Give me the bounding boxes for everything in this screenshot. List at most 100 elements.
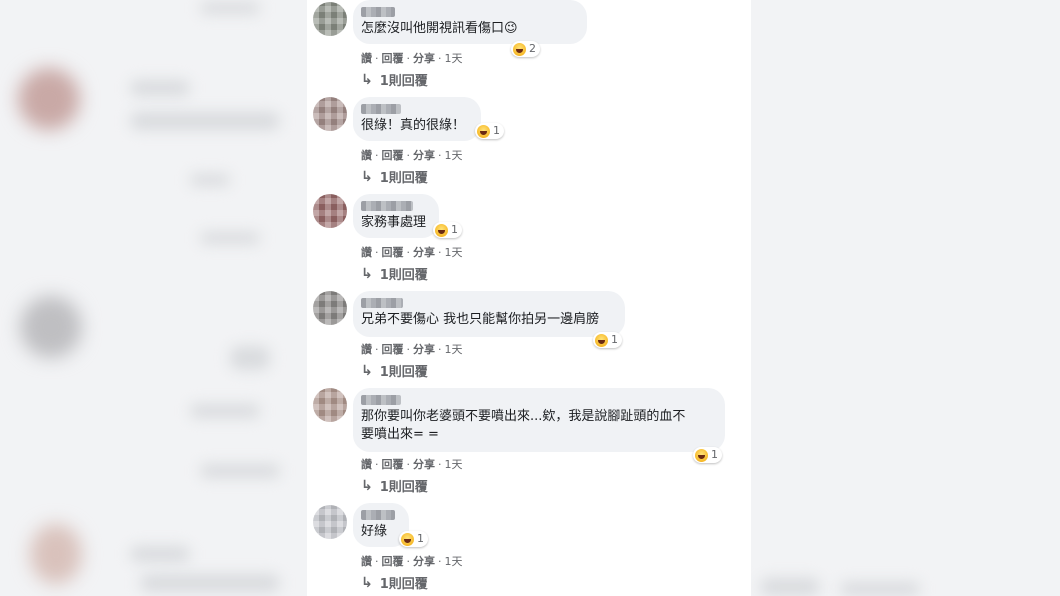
reply-link[interactable]: 回覆 bbox=[382, 553, 404, 569]
timestamp[interactable]: 1天 bbox=[445, 244, 463, 260]
separator: · bbox=[406, 342, 411, 356]
separator: · bbox=[438, 51, 442, 65]
reaction-count: 1 bbox=[711, 448, 718, 461]
reaction-count: 1 bbox=[493, 124, 500, 137]
separator: · bbox=[438, 554, 442, 568]
separator: · bbox=[375, 342, 379, 356]
replies-count: 1則回覆 bbox=[379, 365, 428, 380]
reply-link[interactable]: 回覆 bbox=[382, 147, 404, 163]
reply-link[interactable]: 回覆 bbox=[382, 50, 404, 66]
comment-text: 好綠 bbox=[361, 524, 388, 539]
reply-link[interactable]: 回覆 bbox=[382, 244, 404, 260]
share-link[interactable]: 分享 bbox=[413, 50, 435, 66]
reply-arrow-icon: ↳ bbox=[361, 168, 373, 185]
comment-bubble: 兄弟不要傷心 我也只能幫你拍另一邊肩膀 bbox=[353, 291, 625, 337]
reaction-badge[interactable]: 1 bbox=[693, 447, 722, 463]
reaction-badge[interactable]: 2 bbox=[511, 41, 540, 57]
comment-bubble: 家務事處理 bbox=[353, 194, 439, 238]
replies-count: 1則回覆 bbox=[379, 74, 428, 89]
share-link[interactable]: 分享 bbox=[413, 244, 435, 260]
reaction-badge[interactable]: 1 bbox=[475, 123, 504, 139]
comment-text: 家務事處理 bbox=[361, 215, 427, 230]
commenter-name-blurred[interactable] bbox=[361, 104, 401, 114]
like-link[interactable]: 讚 bbox=[361, 456, 372, 472]
comment-actions: 讚 · 回覆 · 分享 · 1天 bbox=[361, 50, 463, 66]
timestamp[interactable]: 1天 bbox=[445, 50, 463, 66]
reaction-badge[interactable]: 1 bbox=[399, 531, 428, 547]
reaction-count: 1 bbox=[417, 532, 424, 545]
comment-text: 兄弟不要傷心 我也只能幫你拍另一邊肩膀 bbox=[361, 312, 600, 327]
commenter-name-blurred[interactable] bbox=[361, 510, 395, 520]
comment-text: 很綠！真的很綠！ bbox=[361, 118, 466, 133]
avatar[interactable] bbox=[313, 97, 347, 131]
separator: · bbox=[406, 51, 411, 65]
timestamp[interactable]: 1天 bbox=[445, 553, 463, 569]
separator: · bbox=[406, 457, 411, 471]
avatar[interactable] bbox=[313, 291, 347, 325]
reply-arrow-icon: ↳ bbox=[361, 265, 373, 282]
separator: · bbox=[406, 148, 411, 162]
commenter-name-blurred[interactable] bbox=[361, 201, 413, 211]
share-link[interactable]: 分享 bbox=[413, 341, 435, 357]
like-link[interactable]: 讚 bbox=[361, 244, 372, 260]
like-link[interactable]: 讚 bbox=[361, 147, 372, 163]
reaction-badge[interactable]: 1 bbox=[593, 332, 622, 348]
like-link[interactable]: 讚 bbox=[361, 50, 372, 66]
timestamp[interactable]: 1天 bbox=[445, 341, 463, 357]
haha-icon bbox=[477, 124, 490, 138]
separator: · bbox=[375, 554, 379, 568]
comment-text: 怎麼沒叫他開視訊看傷口 bbox=[361, 21, 505, 36]
view-replies-link[interactable]: ↳ 1則回覆 bbox=[361, 361, 428, 381]
timestamp[interactable]: 1天 bbox=[445, 147, 463, 163]
wink-emoji: 😉 bbox=[504, 21, 518, 36]
haha-icon bbox=[513, 42, 526, 56]
separator: · bbox=[375, 457, 379, 471]
separator: · bbox=[375, 51, 379, 65]
avatar[interactable] bbox=[313, 505, 347, 539]
avatar[interactable] bbox=[313, 388, 347, 422]
timestamp[interactable]: 1天 bbox=[445, 456, 463, 472]
separator: · bbox=[438, 457, 442, 471]
haha-icon bbox=[695, 448, 708, 462]
haha-icon bbox=[401, 532, 414, 546]
view-replies-link[interactable]: ↳ 1則回覆 bbox=[361, 573, 428, 593]
avatar[interactable] bbox=[313, 2, 347, 36]
share-link[interactable]: 分享 bbox=[413, 456, 435, 472]
comment-column: 怎麼沒叫他開視訊看傷口😉 2 讚 · 回覆 · 分享 · 1天 ↳ 1則回覆 很… bbox=[307, 0, 751, 596]
share-link[interactable]: 分享 bbox=[413, 147, 435, 163]
commenter-name-blurred[interactable] bbox=[361, 7, 395, 17]
separator: · bbox=[438, 245, 442, 259]
comment-bubble: 很綠！真的很綠！ bbox=[353, 97, 481, 141]
comment-actions: 讚 · 回覆 · 分享 · 1天 bbox=[361, 147, 463, 163]
view-replies-link[interactable]: ↳ 1則回覆 bbox=[361, 70, 428, 90]
separator: · bbox=[438, 148, 442, 162]
reply-link[interactable]: 回覆 bbox=[382, 456, 404, 472]
commenter-name-blurred[interactable] bbox=[361, 298, 403, 308]
replies-count: 1則回覆 bbox=[379, 480, 428, 495]
reply-link[interactable]: 回覆 bbox=[382, 341, 404, 357]
replies-count: 1則回覆 bbox=[379, 171, 428, 186]
replies-count: 1則回覆 bbox=[379, 577, 428, 592]
replies-count: 1則回覆 bbox=[379, 268, 428, 283]
reply-arrow-icon: ↳ bbox=[361, 362, 373, 379]
comment-actions: 讚 · 回覆 · 分享 · 1天 bbox=[361, 456, 463, 472]
comment-bubble: 那你要叫你老婆頭不要噴出來...欸，我是說腳趾頭的血不 要噴出來= = bbox=[353, 388, 725, 452]
comment-actions: 讚 · 回覆 · 分享 · 1天 bbox=[361, 244, 463, 260]
reply-arrow-icon: ↳ bbox=[361, 574, 373, 591]
commenter-name-blurred[interactable] bbox=[361, 395, 401, 405]
like-link[interactable]: 讚 bbox=[361, 341, 372, 357]
separator: · bbox=[406, 554, 411, 568]
separator: · bbox=[406, 245, 411, 259]
comment-text: 那你要叫你老婆頭不要噴出來...欸，我是說腳趾頭的血不 要噴出來= = bbox=[361, 409, 686, 442]
reply-arrow-icon: ↳ bbox=[361, 477, 373, 494]
view-replies-link[interactable]: ↳ 1則回覆 bbox=[361, 264, 428, 284]
reaction-badge[interactable]: 1 bbox=[433, 222, 462, 238]
like-link[interactable]: 讚 bbox=[361, 553, 372, 569]
haha-icon bbox=[435, 223, 448, 237]
view-replies-link[interactable]: ↳ 1則回覆 bbox=[361, 476, 428, 496]
reaction-count: 2 bbox=[529, 42, 536, 55]
haha-icon bbox=[595, 333, 608, 347]
share-link[interactable]: 分享 bbox=[413, 553, 435, 569]
avatar[interactable] bbox=[313, 194, 347, 228]
view-replies-link[interactable]: ↳ 1則回覆 bbox=[361, 167, 428, 187]
